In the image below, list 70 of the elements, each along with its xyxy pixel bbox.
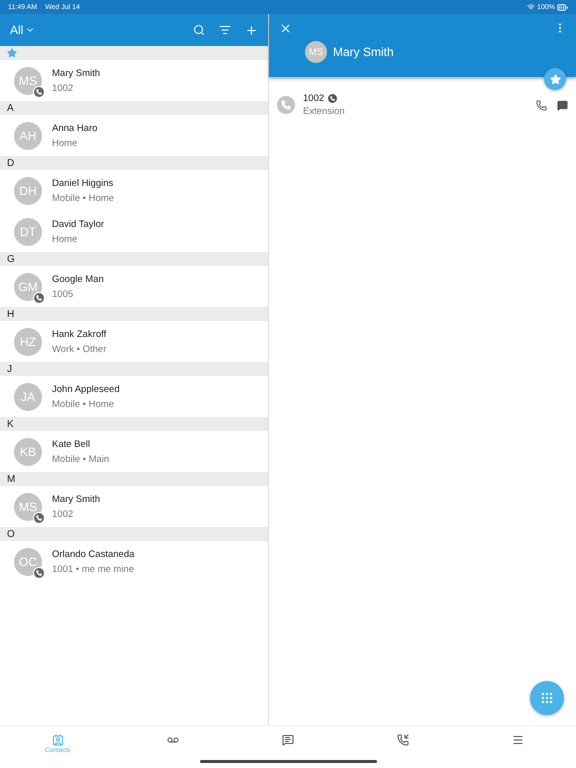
sort-button[interactable] bbox=[219, 24, 231, 36]
calls-tab[interactable] bbox=[397, 732, 410, 748]
section-letter: J bbox=[7, 364, 12, 374]
add-button[interactable] bbox=[245, 24, 258, 36]
avatar: OC bbox=[14, 548, 42, 576]
filter-dropdown[interactable]: All bbox=[10, 23, 36, 37]
contact-name: Hank Zakroff bbox=[52, 328, 106, 340]
number-type: Extension bbox=[303, 106, 345, 117]
close-icon bbox=[279, 22, 292, 35]
section-letter: K bbox=[7, 418, 14, 430]
avatar: HZ bbox=[14, 328, 42, 356]
section-letter: G bbox=[7, 254, 15, 264]
contact-detail: 1001 • me me mine bbox=[52, 564, 134, 574]
contact-detail: Work • Other bbox=[52, 344, 106, 354]
wifi-icon bbox=[527, 3, 536, 11]
plus-icon bbox=[245, 24, 258, 36]
phone-icon bbox=[277, 96, 295, 114]
search-button[interactable] bbox=[193, 24, 205, 36]
contact-detail: 1002 bbox=[52, 508, 74, 520]
calls-icon bbox=[397, 734, 410, 746]
section-letter: M bbox=[7, 474, 16, 484]
contact-name: Google Man bbox=[52, 274, 104, 284]
dialpad-button[interactable] bbox=[530, 681, 564, 715]
contact-name: David Taylor bbox=[52, 218, 104, 230]
contacts-icon bbox=[52, 734, 64, 746]
contact-name: Mary Smith bbox=[52, 494, 100, 504]
star-icon bbox=[7, 48, 17, 58]
contact-name: Kate Bell bbox=[52, 438, 92, 450]
battery-icon bbox=[557, 2, 568, 12]
dialpad-icon bbox=[540, 691, 554, 705]
avatar: JA bbox=[14, 382, 42, 410]
section-letter: O bbox=[7, 528, 15, 540]
contact-name: Orlando Castaneda bbox=[52, 548, 134, 560]
message-button[interactable] bbox=[557, 100, 568, 110]
contact-detail: Mobile • Home bbox=[52, 192, 114, 204]
section-letter: A bbox=[7, 102, 14, 114]
phone-badge-icon bbox=[328, 94, 338, 103]
avatar: GM bbox=[14, 272, 42, 300]
contact-name: Mary Smith bbox=[52, 68, 100, 78]
search-icon bbox=[193, 24, 205, 36]
contact-detail: Home bbox=[52, 234, 78, 244]
contact-name: Anna Haro bbox=[52, 122, 98, 134]
avatar: DT bbox=[14, 218, 42, 246]
avatar: MS bbox=[14, 492, 42, 520]
phone-number: 1002 bbox=[303, 93, 324, 104]
call-button[interactable] bbox=[536, 100, 547, 110]
message-icon bbox=[557, 100, 568, 110]
contact-name: John Appleseed bbox=[52, 384, 120, 394]
avatar: MS bbox=[305, 41, 327, 63]
contact-title: Mary Smith bbox=[333, 45, 394, 59]
section-letter: D bbox=[7, 158, 14, 168]
avatar: MS bbox=[14, 66, 42, 94]
contact-detail: 1005 bbox=[52, 288, 74, 300]
avatar: AH bbox=[14, 122, 42, 150]
contact-name: Daniel Higgins bbox=[52, 178, 114, 188]
sort-icon bbox=[219, 24, 231, 36]
menu-icon bbox=[512, 734, 524, 746]
favorite-button[interactable] bbox=[544, 68, 566, 90]
contact-detail: Mobile • Main bbox=[52, 454, 110, 464]
star-icon bbox=[550, 74, 560, 84]
section-letter: H bbox=[7, 308, 14, 320]
messages-icon bbox=[282, 734, 294, 746]
messages-tab[interactable] bbox=[282, 732, 294, 748]
phone-icon bbox=[536, 100, 547, 110]
avatar: KB bbox=[14, 438, 42, 466]
contact-detail: 1002 bbox=[52, 82, 74, 94]
contact-detail: Mobile • Home bbox=[52, 398, 115, 410]
close-button[interactable] bbox=[279, 22, 292, 35]
contact-detail: Home bbox=[52, 138, 78, 148]
avatar: DH bbox=[14, 176, 42, 204]
